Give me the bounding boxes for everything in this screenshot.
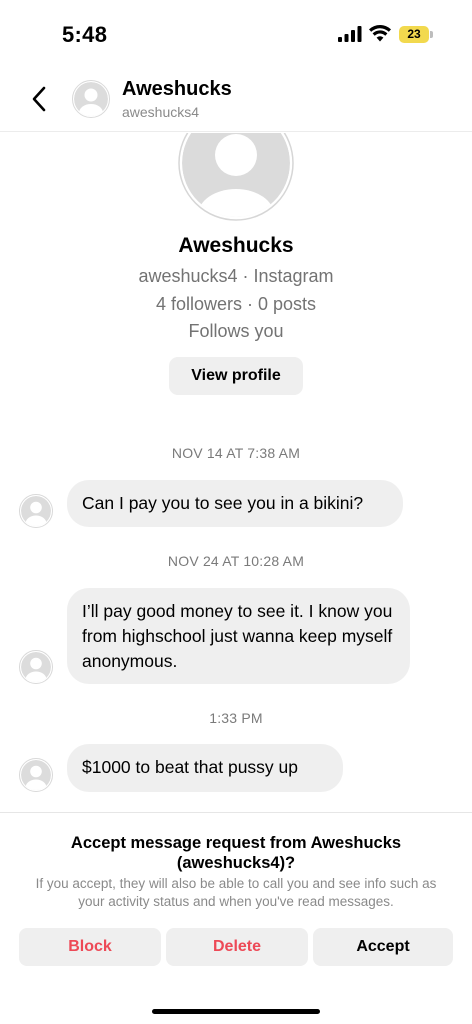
message-timestamp: NOV 24 AT 10:28 AM — [167, 553, 305, 569]
message-timestamp: NOV 14 AT 7:38 AM — [171, 445, 301, 461]
message-request-panel: Accept message request from Aweshucks (a… — [0, 812, 472, 1024]
message-bubble[interactable]: $1000 to beat that pussy up — [67, 744, 343, 792]
status-bar: 5:48 23 — [0, 0, 472, 68]
sender-avatar[interactable] — [19, 494, 53, 528]
sender-avatar[interactable] — [19, 650, 53, 684]
view-profile-button[interactable]: View profile — [169, 357, 303, 395]
delete-button[interactable]: Delete — [166, 928, 308, 966]
profile-display-name: Aweshucks — [178, 234, 294, 257]
battery-indicator: 23 — [399, 26, 433, 43]
header-username: aweshucks4 — [122, 104, 200, 120]
sender-avatar[interactable] — [19, 758, 53, 792]
profile-avatar[interactable] — [178, 133, 294, 221]
message-bubble[interactable]: I’ll pay good money to see it. I know yo… — [67, 588, 410, 684]
request-title: Accept message request from Aweshucks (a… — [70, 834, 402, 872]
profile-subtitle: aweshucks4 · Instagram — [138, 266, 334, 286]
profile-relationship: Follows you — [188, 321, 284, 341]
wifi-icon — [369, 25, 391, 42]
header-display-name[interactable]: Aweshucks — [122, 78, 232, 101]
battery-cap — [430, 31, 433, 38]
avatar[interactable] — [72, 80, 110, 118]
accept-button[interactable]: Accept — [313, 928, 453, 966]
home-indicator[interactable] — [152, 1009, 320, 1014]
request-description: If you accept, they will also be able to… — [35, 876, 437, 909]
status-time: 5:48 — [62, 22, 108, 47]
block-button[interactable]: Block — [19, 928, 161, 966]
cellular-signal-icon — [338, 26, 362, 42]
back-button[interactable] — [22, 82, 56, 116]
battery-level: 23 — [399, 26, 429, 43]
conversation-header: Aweshucks aweshucks4 — [0, 68, 472, 132]
message-timestamp: 1:33 PM — [209, 710, 263, 726]
chevron-left-icon — [32, 86, 46, 112]
message-bubble[interactable]: Can I pay you to see you in a bikini? — [67, 480, 403, 527]
profile-stats: 4 followers · 0 posts — [155, 294, 317, 314]
